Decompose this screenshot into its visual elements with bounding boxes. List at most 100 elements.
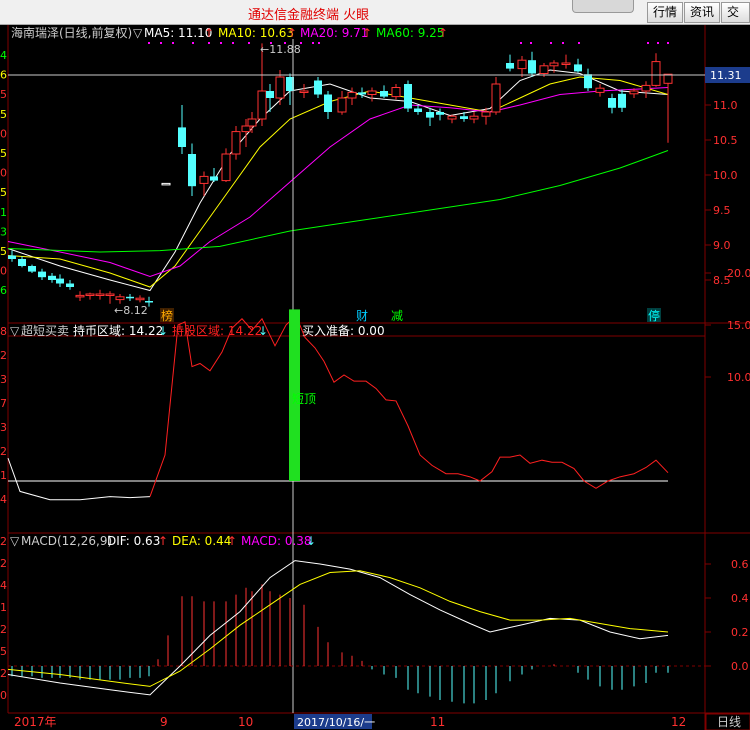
ma60-label: MA60: 9.25 — [376, 26, 444, 40]
candle-body — [404, 84, 412, 109]
left-digit: 2 — [0, 623, 7, 636]
candle-body — [18, 259, 26, 266]
moving-average-lines — [7, 42, 669, 292]
candle-body — [337, 97, 347, 113]
candle-body — [539, 65, 549, 74]
left-margin-digits: 4 6 5 5 0 5 0 5 1 3 5 0 6 8 2 3 7 3 2 1 4 2 2 4 1 2 5 2 0 — [0, 49, 7, 702]
signal-dot — [520, 42, 522, 44]
left-digit: 5 — [0, 186, 7, 199]
left-digit: 0 — [0, 167, 7, 180]
high-marker: ←11.88 — [260, 43, 301, 56]
hold-arrow-icon: ↓ — [158, 324, 168, 338]
dropdown-icon[interactable]: ▽ — [10, 324, 20, 338]
price-panel-title: 海南瑞泽(日线,前复权) — [11, 25, 132, 40]
timeline-month-11: 11 — [430, 715, 445, 729]
candle-body — [426, 112, 434, 118]
event-marker-halt[interactable]: 停 — [648, 308, 660, 323]
dea-line — [7, 570, 669, 687]
trade-button[interactable]: 交易 — [721, 2, 750, 38]
news-button[interactable]: 资讯 — [684, 2, 721, 23]
candle-body — [549, 62, 559, 67]
candle-body — [48, 275, 56, 280]
left-digit: 4 — [0, 493, 7, 506]
left-digit: 0 — [0, 689, 7, 702]
price-panel-header: 海南瑞泽(日线,前复权) ▽ MA5: 11.10 ↑ MA10: 10.63 … — [11, 25, 448, 40]
candlesticks[interactable] — [8, 43, 673, 307]
period-button[interactable]: 日线 — [717, 715, 741, 729]
candle-body — [506, 63, 514, 69]
indicator1-plot: 20.0 15.0 10.0 — [7, 267, 750, 501]
candle-body — [380, 91, 388, 97]
price-tick-label: 11.0 — [713, 99, 738, 112]
signal-dot — [318, 42, 320, 44]
candle-body — [314, 80, 322, 95]
indicator1-header: ▽ 超短买卖 持币区域: 14.22 ↓ 持股区域: 14.22 ↓ 买入准备:… — [10, 323, 385, 338]
left-digit: 5 — [0, 108, 7, 121]
candle-body — [231, 131, 241, 155]
dif-line — [7, 560, 669, 696]
event-marker-rank[interactable]: 榜 — [161, 308, 173, 323]
candle-body — [574, 64, 582, 72]
hold-label: 持币区域: 14.22 — [73, 323, 163, 338]
candle-body — [324, 94, 332, 112]
event-marker-finance[interactable]: 财 — [356, 309, 368, 323]
stock-chart[interactable]: 海南瑞泽(日线,前复权) ▽ MA5: 11.10 ↑ MA10: 10.63 … — [0, 25, 750, 730]
candle-body — [595, 87, 605, 93]
candle-body — [460, 116, 468, 119]
candle-body — [95, 293, 105, 296]
left-digit: 2 — [0, 557, 7, 570]
timeline-month-9: 9 — [160, 715, 168, 729]
candle-body — [257, 90, 267, 120]
ma20-line — [7, 87, 669, 278]
indicator1-name: 超短买卖 — [21, 323, 69, 338]
dif-arrow-icon: ↑ — [158, 534, 168, 548]
dif-label: DIF: 0.63 — [107, 534, 160, 548]
quote-button[interactable]: 行情 — [647, 2, 684, 23]
candle-body — [275, 76, 285, 99]
cursor-date: 2017/10/16/一 — [297, 716, 375, 729]
candle-body — [481, 111, 491, 117]
candle-body — [210, 176, 218, 181]
macd-header: ▽ MACD(12,26,9) DIF: 0.63 ↑ DEA: 0.44 ↑ … — [10, 534, 316, 548]
signal-dot — [208, 42, 210, 44]
signal-dot — [550, 42, 552, 44]
ma20-arrow-icon: ↑ — [362, 26, 372, 40]
dea-arrow-icon: ↑ — [227, 534, 237, 548]
left-digit: 1 — [0, 469, 7, 482]
timeline-year: 2017年 — [14, 715, 57, 729]
candle-body — [188, 154, 196, 187]
left-digit: 4 — [0, 579, 7, 592]
candle-body — [266, 91, 274, 98]
ind1-tick-label: 10.0 — [727, 371, 750, 384]
candle-body — [391, 87, 401, 98]
left-digit: 3 — [0, 225, 7, 238]
ma10-arrow-icon: ↑ — [287, 26, 297, 40]
signal-dot — [148, 42, 150, 44]
app-title: 通达信金融终端 火眼 — [248, 8, 370, 23]
candle-body — [38, 271, 46, 278]
ind1-tick-label: 20.0 — [727, 267, 750, 280]
candle-body — [414, 108, 422, 112]
signal-dot — [562, 42, 564, 44]
dropdown-icon[interactable]: ▽ — [133, 26, 143, 40]
macd-plot: 0.6 0.4 0.2 0.0 — [7, 558, 749, 704]
candle-body — [561, 62, 571, 65]
candle-body — [66, 283, 74, 287]
candle-body — [517, 59, 527, 70]
candle-body — [347, 91, 357, 99]
dropdown-icon[interactable]: ▽ — [10, 534, 20, 548]
stock-hold-arrow-icon: ↓ — [258, 324, 268, 338]
signal-dot — [172, 42, 174, 44]
price-tick-label: 9.0 — [713, 239, 731, 252]
candle-body — [367, 90, 377, 95]
left-digit: 2 — [0, 535, 7, 548]
candle-body — [469, 115, 479, 120]
event-markers[interactable]: 榜 财 减 停 — [160, 308, 661, 323]
window-controls[interactable] — [572, 0, 634, 13]
candle-body — [608, 98, 616, 108]
price-tick-label: 10.5 — [713, 134, 738, 147]
ma60-line — [7, 150, 669, 253]
event-marker-reduce[interactable]: 减 — [391, 309, 403, 323]
candle-body — [491, 83, 501, 113]
macd-tick-label: 0.0 — [731, 660, 749, 673]
